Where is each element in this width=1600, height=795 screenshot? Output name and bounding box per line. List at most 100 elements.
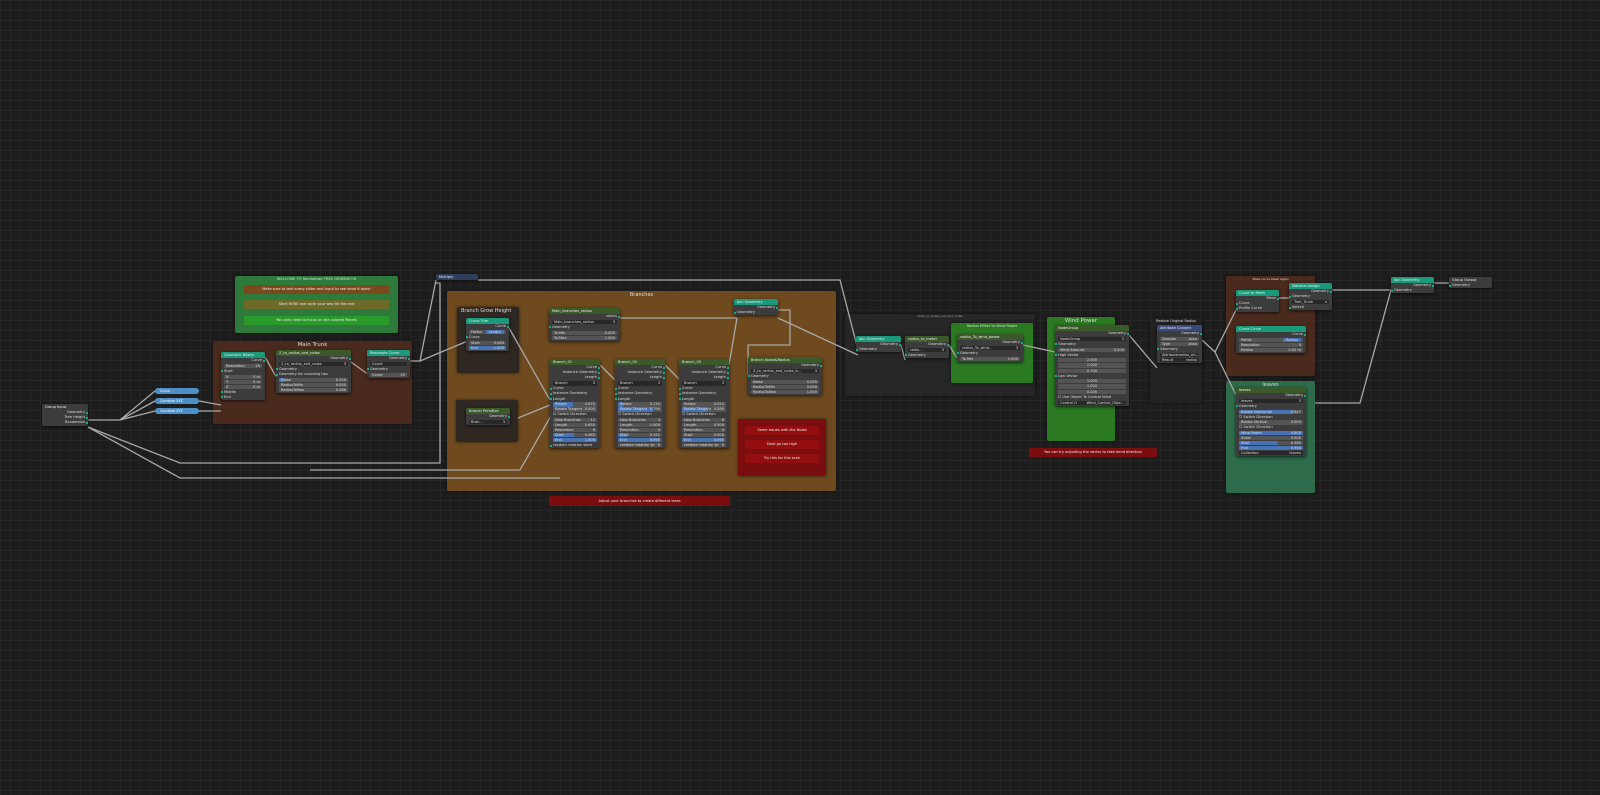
- socket-bar[interactable]: End 0.950: [682, 437, 726, 443]
- socket-dot[interactable]: [550, 387, 552, 390]
- socket-bar[interactable]: Rotate 0.132: [618, 402, 662, 407]
- socket-field[interactable]: Resolution 4: [618, 428, 662, 433]
- socket-dot[interactable]: [820, 364, 822, 367]
- socket-sel[interactable]: Z_to_radius_and_noise 3: [279, 361, 348, 367]
- socket-bar[interactable]: End 1.000: [469, 345, 506, 350]
- socket-dot[interactable]: [1055, 343, 1057, 346]
- socket-field[interactable]: Length 0.650: [553, 423, 597, 428]
- socket-dot[interactable]: [679, 398, 681, 401]
- socket-check[interactable]: ☐ Switch Direction: [615, 412, 665, 417]
- socket-field[interactable]: Rotate Vertical 0.000: [1239, 420, 1303, 425]
- node-leaves-node[interactable]: leaves Geometry leaves 3 Geometry Rotate Hori…: [1236, 387, 1306, 456]
- node-material-assign[interactable]: Material Assign Geometry Geometry Tree_Trun…: [1289, 283, 1332, 311]
- socket-bar[interactable]: Noise 0.200: [279, 377, 348, 383]
- node-radius-wind[interactable]: radius_To_wind_power Geometry radius_To_wi…: [957, 334, 1023, 362]
- socket-sel[interactable]: Control O Wind_Control_Obje...: [1058, 401, 1126, 406]
- socket-field[interactable]: Y 0 m: [224, 379, 262, 384]
- socket-dot[interactable]: [1391, 289, 1393, 292]
- socket-dot[interactable]: [349, 357, 351, 360]
- socket-bar[interactable]: Start 0.380: [1239, 441, 1303, 446]
- socket-field[interactable]: Length 1.000: [618, 423, 662, 428]
- socket-dot[interactable]: [663, 366, 665, 369]
- socket-field[interactable]: Noise 0.050: [751, 379, 819, 384]
- node-branch-noise[interactable]: Branch Noise&Radius Geometry Z_to_radius_a…: [748, 357, 822, 395]
- socket-dot[interactable]: [367, 368, 369, 371]
- socket-bar[interactable]: Wind Power 0.800: [1239, 431, 1303, 436]
- socket-field[interactable]: New Branches 12: [553, 418, 597, 423]
- socket-dot[interactable]: [221, 391, 223, 394]
- socket-dot[interactable]: [1304, 394, 1306, 397]
- socket-sel[interactable]: radiu... 3: [908, 347, 946, 353]
- socket-field[interactable]: Count 25: [370, 372, 407, 377]
- node-title[interactable]: Multiply: [436, 274, 478, 280]
- socket-field[interactable]: New Branches 8: [682, 418, 726, 423]
- socket-dot[interactable]: [899, 343, 901, 346]
- socket-dot[interactable]: [598, 366, 600, 369]
- socket-dot[interactable]: [408, 357, 410, 360]
- reroute-curve[interactable]: Curve: [155, 388, 199, 394]
- node-group-output[interactable]: Group Output Geometry: [1449, 277, 1492, 289]
- socket-sel[interactable]: Collection leaves: [1239, 451, 1303, 456]
- socket-dot[interactable]: [615, 392, 617, 395]
- node-join-branches[interactable]: Join Geometry Geometry Geometry: [734, 299, 778, 316]
- socket-check[interactable]: ☐ Switch Direction: [1236, 415, 1306, 420]
- socket-sel[interactable]: Count: [370, 361, 407, 367]
- node-multiply[interactable]: Multiply: [436, 274, 478, 280]
- socket-dot[interactable]: [1021, 341, 1023, 344]
- socket-dot[interactable]: [1289, 295, 1291, 298]
- socket-sel[interactable]: NodeGroup 3: [1058, 336, 1126, 342]
- node-join-final[interactable]: Join Geometry Geometry Geometry: [1391, 277, 1434, 294]
- socket-field[interactable]: Type Auto: [1160, 341, 1199, 347]
- socket-dot[interactable]: [1304, 333, 1306, 336]
- socket-dot[interactable]: [549, 326, 551, 329]
- socket-dot[interactable]: [727, 371, 729, 374]
- socket-dot[interactable]: [905, 354, 907, 357]
- reroute-combine-xyz[interactable]: Combine XYZ: [155, 398, 199, 404]
- socket-sel[interactable]: Branch 3: [618, 381, 662, 386]
- node-join-main[interactable]: Join Geometry Geometry Geometry: [856, 336, 901, 353]
- node-z-radius-noise[interactable]: Z_to_radius_and_noise Geometry Z_to_radius…: [276, 350, 351, 393]
- node-branch-primitive[interactable]: Branch Primitive Geometry Bran... 3: [466, 408, 510, 425]
- node-branch-02[interactable]: Branch_02 Curve Instance Geometry Length Bra…: [615, 359, 665, 448]
- socket-check[interactable]: ☐ Use Object To Control Wind: [1055, 395, 1129, 400]
- socket-dot[interactable]: [1236, 405, 1238, 408]
- socket-field[interactable]: Resolution 25: [224, 363, 262, 369]
- socket-dot[interactable]: [466, 336, 468, 339]
- socket-dot[interactable]: [1200, 332, 1202, 335]
- node-branch-01[interactable]: Branch_01 Curve Instance Geometry Length Bra…: [550, 359, 600, 449]
- socket-bar[interactable]: End 1.000: [553, 437, 597, 443]
- socket-field[interactable]: Start 0.000: [682, 433, 726, 438]
- socket-field[interactable]: Wind Amount 0.200: [1058, 347, 1126, 352]
- socket-sel[interactable]: Bran... 3: [469, 419, 507, 425]
- socket-dot[interactable]: [1449, 284, 1451, 287]
- socket-sel[interactable]: Branch 3: [682, 381, 726, 386]
- socket-bar[interactable]: Rotate Horizontal 0.847: [1239, 409, 1303, 414]
- socket-bar[interactable]: End 0.950: [618, 437, 662, 443]
- socket-dot[interactable]: [957, 352, 959, 355]
- node-curve-to-mesh[interactable]: Curve to Mesh Mesh Curve Profile Curve: [1236, 290, 1279, 312]
- socket-check[interactable]: ☐ Switch Direction: [1236, 425, 1306, 430]
- socket-dot[interactable]: [734, 311, 736, 314]
- socket-field[interactable]: New Branches 4: [618, 418, 662, 423]
- node-quad-bezier[interactable]: Quadratic Bézier Curve Resolution 25 Start X 0…: [221, 352, 265, 400]
- socket-sel[interactable]: Tree_Trunk x: [1292, 299, 1329, 305]
- socket-bar[interactable]: End 0.950: [1239, 446, 1303, 451]
- socket-field[interactable]: To Min 1.000: [960, 356, 1020, 361]
- socket-dot[interactable]: [1157, 348, 1159, 351]
- socket-field[interactable]: Length 0.500: [682, 423, 726, 428]
- socket-sel[interactable]: Branch 3: [553, 381, 597, 386]
- socket-dot[interactable]: [663, 376, 665, 379]
- node-resample[interactable]: Resample Curve Geometry Count Geometry Count…: [367, 350, 410, 378]
- socket-field[interactable]: RadiusToMin 0.050: [279, 382, 348, 388]
- socket-field[interactable]: random rotation se 0: [618, 442, 662, 448]
- socket-dot[interactable]: [550, 392, 552, 395]
- socket-check[interactable]: ☐ Switch Direction: [679, 412, 729, 417]
- socket-field[interactable]: random rotation se 0: [682, 442, 726, 448]
- socket-dot[interactable]: [679, 392, 681, 395]
- socket-seg[interactable]: Points Radius: [1239, 337, 1303, 343]
- socket-field[interactable]: Scale 0.500: [1239, 436, 1303, 441]
- socket-field[interactable]: Start 0.063: [469, 340, 506, 345]
- node-wind-node[interactable]: NodeGroup Geometry NodeGroup 3 Geometry Wind …: [1055, 325, 1129, 407]
- socket-dot[interactable]: [1055, 375, 1057, 378]
- socket-dot[interactable]: [550, 444, 552, 447]
